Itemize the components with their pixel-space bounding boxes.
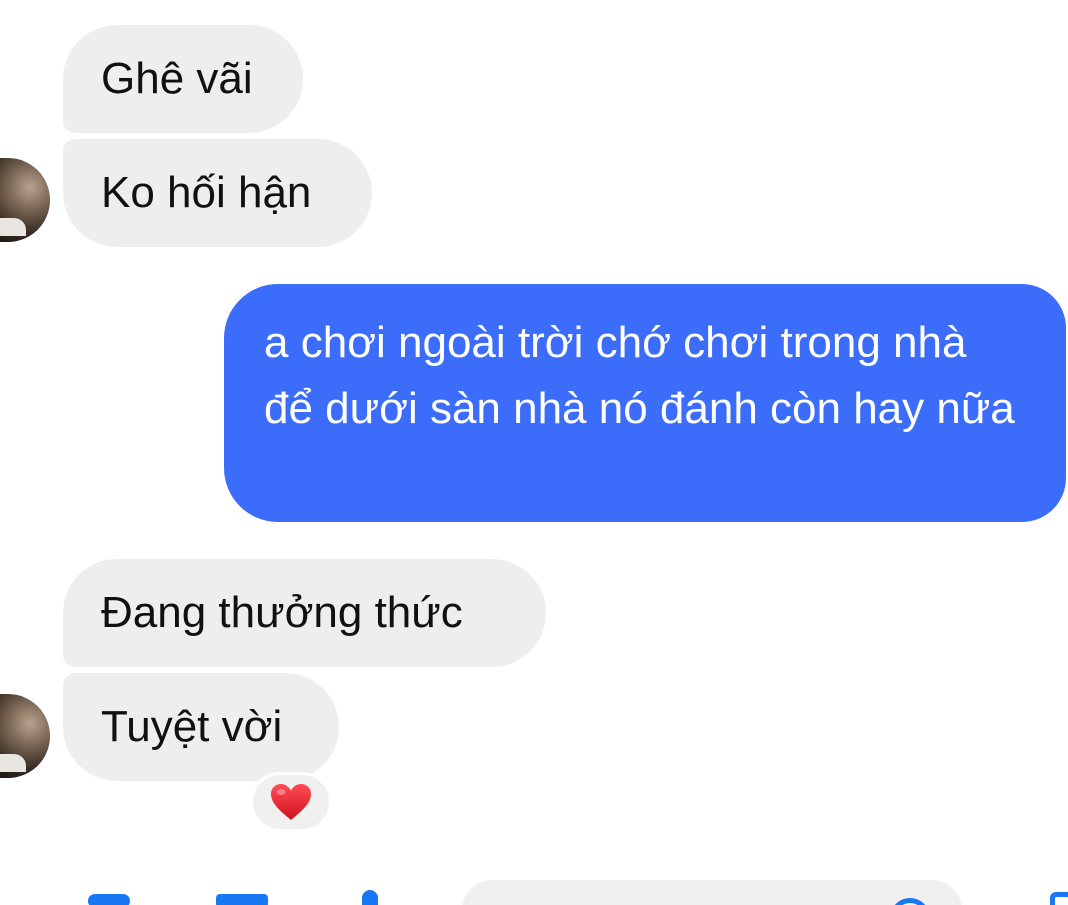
heart-icon <box>271 784 311 820</box>
message-text: Ghê vãi <box>101 53 253 103</box>
avatar[interactable] <box>0 158 50 242</box>
camera-icon[interactable] <box>216 894 268 905</box>
message-composer <box>0 872 1068 905</box>
message-text: Ko hối hận <box>101 167 312 217</box>
message-bubble-incoming[interactable]: Tuyệt vời <box>63 673 339 781</box>
message-bubble-incoming[interactable]: Đang thưởng thức <box>63 559 546 667</box>
message-reaction[interactable] <box>250 772 332 832</box>
more-icon[interactable] <box>88 894 130 905</box>
mic-icon[interactable] <box>362 890 378 905</box>
message-bubble-incoming[interactable]: Ko hối hận <box>63 139 372 247</box>
avatar[interactable] <box>0 694 50 778</box>
message-text: a chơi ngoài trời chớ chơi trong nhà để … <box>264 318 1015 433</box>
chat-thread: Ghê vãi Ko hối hận a chơi ngoài trời chớ… <box>0 0 1068 905</box>
message-bubble-incoming[interactable]: Ghê vãi <box>63 25 303 133</box>
message-text: Tuyệt vời <box>101 701 283 751</box>
message-bubble-outgoing[interactable]: a chơi ngoài trời chớ chơi trong nhà để … <box>224 284 1066 522</box>
message-input[interactable] <box>462 880 962 905</box>
like-icon[interactable] <box>1050 892 1068 905</box>
message-text: Đang thưởng thức <box>101 587 463 637</box>
